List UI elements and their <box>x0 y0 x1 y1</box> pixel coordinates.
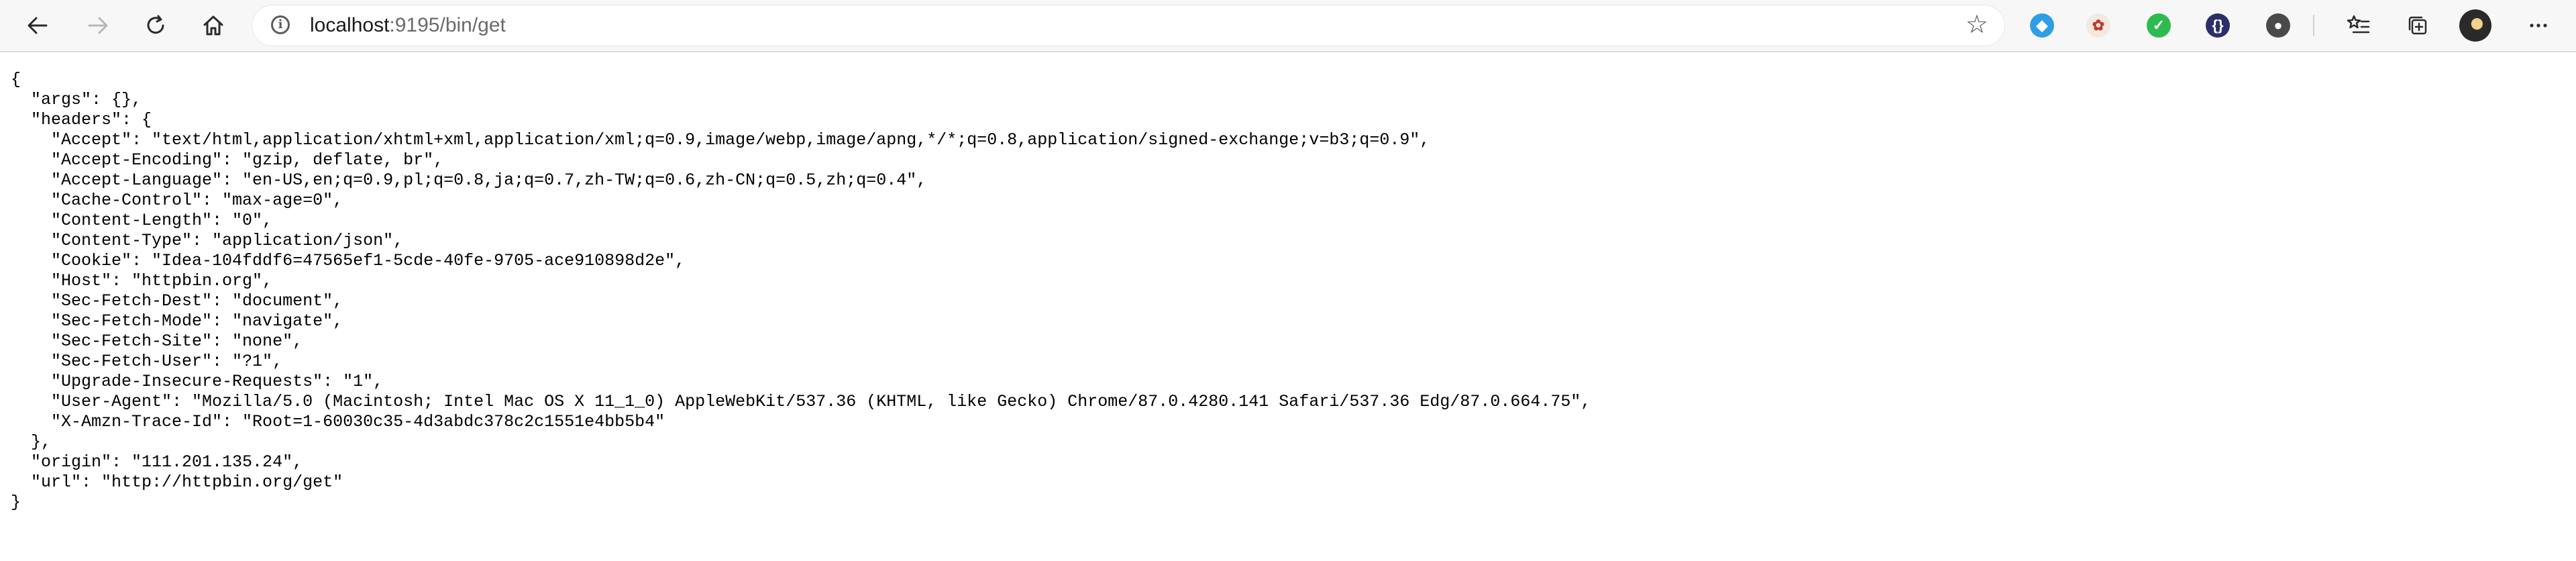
forward-button[interactable] <box>80 8 115 43</box>
response-line: "args": {}, <box>11 90 142 109</box>
response-line: "url": "http://httpbin.org/get" <box>11 472 343 492</box>
response-line: "Content-Length": "0", <box>11 211 273 230</box>
favorites-list-icon <box>2347 15 2370 34</box>
response-line: "User-Agent": "Mozilla/5.0 (Macintosh; I… <box>11 392 1591 411</box>
browser-toolbar: i localhost:9195/bin/get ☆ ◆ ✿ ✓ {} ● <box>0 0 2576 52</box>
response-line: "headers": { <box>11 110 152 130</box>
response-line: "Sec-Fetch-Site": "none", <box>11 332 303 351</box>
response-line: "Sec-Fetch-Mode": "navigate", <box>11 311 343 331</box>
response-line: { <box>11 70 21 89</box>
toolbar-divider <box>2313 15 2314 36</box>
response-line: "Accept-Encoding": "gzip, deflate, br", <box>11 150 444 170</box>
address-url[interactable]: localhost:9195/bin/get <box>310 13 506 38</box>
bracket-ext-icon[interactable]: {} <box>2206 13 2230 38</box>
refresh-button[interactable] <box>138 8 173 43</box>
site-info-icon[interactable]: i <box>271 15 290 34</box>
response-line: "Sec-Fetch-Dest": "document", <box>11 291 343 311</box>
url-host: localhost <box>310 14 390 36</box>
home-button[interactable] <box>196 8 231 43</box>
json-response-body: { "args": {}, "headers": { "Accept": "te… <box>11 70 1591 513</box>
response-line: "Sec-Fetch-User": "?1", <box>11 352 283 371</box>
address-bar[interactable]: i localhost:9195/bin/get ☆ <box>252 5 2004 46</box>
response-line: "Cookie": "Idea-104fddf6=47565ef1-5cde-4… <box>11 251 686 270</box>
refresh-icon <box>147 15 164 34</box>
sticker-ext-icon[interactable]: ✿ <box>2086 13 2110 38</box>
response-line: "Content-Type": "application/json", <box>11 231 404 250</box>
profile-avatar[interactable] <box>2459 9 2491 42</box>
response-line: }, <box>11 432 52 452</box>
home-icon <box>203 15 223 36</box>
url-path: :9195/bin/get <box>389 14 506 36</box>
favorites-list-button[interactable] <box>2341 8 2376 43</box>
collections-button[interactable] <box>2400 8 2435 43</box>
response-line: } <box>11 493 21 512</box>
response-line: "origin": "111.201.135.24", <box>11 452 303 472</box>
star-icon[interactable]: ☆ <box>1966 11 1988 38</box>
more-button[interactable] <box>2521 8 2556 43</box>
feedly-ext-icon[interactable]: ◆ <box>2030 13 2054 38</box>
forward-arrow-icon <box>88 17 108 34</box>
evernote-ext-icon[interactable]: ● <box>2266 13 2290 38</box>
collections-icon <box>2408 16 2427 35</box>
back-button[interactable] <box>20 8 55 43</box>
response-line: "X-Amzn-Trace-Id": "Root=1-60030c35-4d3a… <box>11 412 665 431</box>
response-line: "Host": "httpbin.org", <box>11 271 273 291</box>
back-arrow-icon <box>28 17 48 34</box>
more-icon <box>2530 23 2547 28</box>
response-line: "Upgrade-Insecure-Requests": "1", <box>11 372 384 391</box>
response-line: "Accept": "text/html,application/xhtml+x… <box>11 130 1430 150</box>
checkmark-ext-icon[interactable]: ✓ <box>2147 13 2171 38</box>
response-line: "Cache-Control": "max-age=0", <box>11 191 343 210</box>
response-line: "Accept-Language": "en-US,en;q=0.9,pl;q=… <box>11 170 927 190</box>
